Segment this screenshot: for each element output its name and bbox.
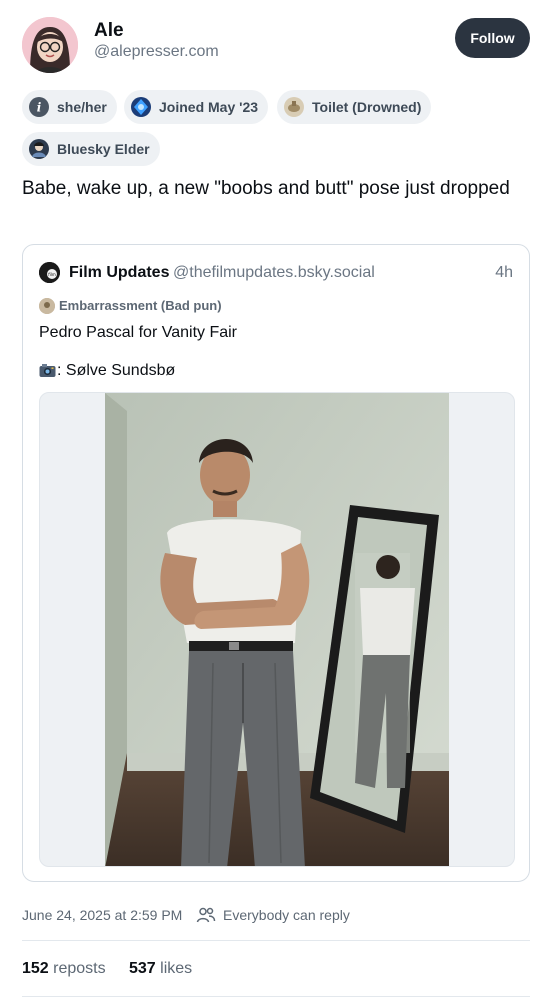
badge-label: Joined May '23 <box>159 99 259 115</box>
badge-toilet[interactable]: Toilet (Drowned) <box>277 90 432 124</box>
likes-stat[interactable]: 537 likes <box>129 960 192 978</box>
badge-label: Bluesky Elder <box>57 141 150 157</box>
badge-elder[interactable]: Bluesky Elder <box>22 132 160 166</box>
quoted-author-handle[interactable]: @thefilmupdates.bsky.social <box>173 264 375 282</box>
reposts-count: 152 <box>22 960 49 977</box>
elder-icon <box>29 139 49 159</box>
badge-label: she/her <box>57 99 107 115</box>
quoted-post-image[interactable] <box>39 392 515 867</box>
reposts-stat[interactable]: 152 reposts <box>22 960 106 978</box>
follow-button[interactable]: Follow <box>455 18 530 58</box>
quoted-author-name[interactable]: Film Updates <box>69 264 169 282</box>
quoted-post-time[interactable]: 4h <box>495 264 513 282</box>
badge-label: Toilet (Drowned) <box>312 99 422 115</box>
quoted-post-text-line2: : Sølve Sundsbø <box>57 362 176 379</box>
toilet-icon <box>284 97 304 117</box>
pronouns-icon: i <box>29 97 49 117</box>
post-meta: June 24, 2025 at 2:59 PM Everybody can r… <box>22 904 530 928</box>
badge-joined[interactable]: Joined May '23 <box>124 90 269 124</box>
likes-count: 537 <box>129 960 156 977</box>
reposts-label: reposts <box>53 960 106 977</box>
svg-text:i: i <box>37 101 42 115</box>
divider <box>22 996 530 997</box>
post-header: Ale @alepresser.com Follow <box>22 16 530 76</box>
post-timestamp[interactable]: June 24, 2025 at 2:59 PM <box>22 907 182 923</box>
post-text: Babe, wake up, a new "boobs and butt" po… <box>22 178 510 199</box>
quoted-author-avatar[interactable]: film <box>39 262 60 283</box>
embarrassment-badge-icon <box>39 298 55 314</box>
badge-pronouns[interactable]: i she/her <box>22 90 117 124</box>
author-display-name[interactable]: Ale <box>94 20 124 42</box>
people-icon <box>196 905 216 925</box>
divider <box>22 940 530 941</box>
svg-text:film: film <box>48 272 56 277</box>
joined-globe-icon <box>131 97 151 117</box>
author-handle[interactable]: @alepresser.com <box>94 43 219 61</box>
author-avatar[interactable] <box>22 17 78 73</box>
quoted-post-card[interactable]: film Film Updates @thefilmupdates.bsky.s… <box>22 244 530 882</box>
photo-image <box>105 393 449 866</box>
reply-setting: Everybody can reply <box>223 907 350 923</box>
quoted-post-text-line1: Pedro Pascal for Vanity Fair <box>39 324 238 341</box>
quoted-badge-label: Embarrassment (Bad pun) <box>59 298 222 313</box>
likes-label: likes <box>160 960 193 977</box>
camera-icon <box>39 363 56 378</box>
